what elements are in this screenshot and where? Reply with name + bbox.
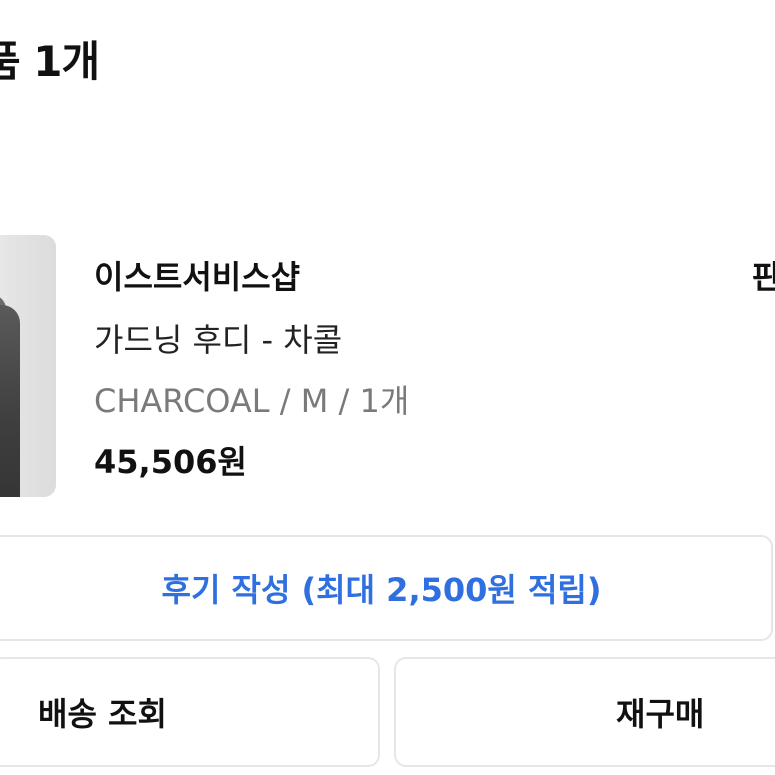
- product-name[interactable]: 가드닝 후디 - 차콜: [94, 315, 342, 361]
- product-option: CHARCOAL / M / 1개: [94, 382, 410, 420]
- product-price: 45,506원: [94, 443, 247, 481]
- product-thumbnail[interactable]: [0, 235, 56, 497]
- rebuy-button[interactable]: 재구매: [394, 657, 775, 767]
- write-review-label: 후기 작성 (최대 2,500원 적립): [161, 571, 602, 609]
- track-shipping-button[interactable]: 배송 조회: [0, 657, 380, 767]
- thumbnail-garment-shape: [0, 305, 20, 497]
- section-title: 품 1개: [0, 37, 100, 86]
- track-shipping-label: 배송 조회: [38, 695, 167, 733]
- write-review-button[interactable]: 후기 작성 (최대 2,500원 적립): [0, 535, 773, 641]
- shop-name[interactable]: 이스트서비스샵: [94, 252, 300, 298]
- edge-label: 판: [752, 258, 775, 296]
- rebuy-label: 재구매: [616, 695, 705, 733]
- order-detail-page: 품 1개 이스트서비스샵 판 가드닝 후디 - 차콜 CHARCOAL / M …: [0, 0, 775, 775]
